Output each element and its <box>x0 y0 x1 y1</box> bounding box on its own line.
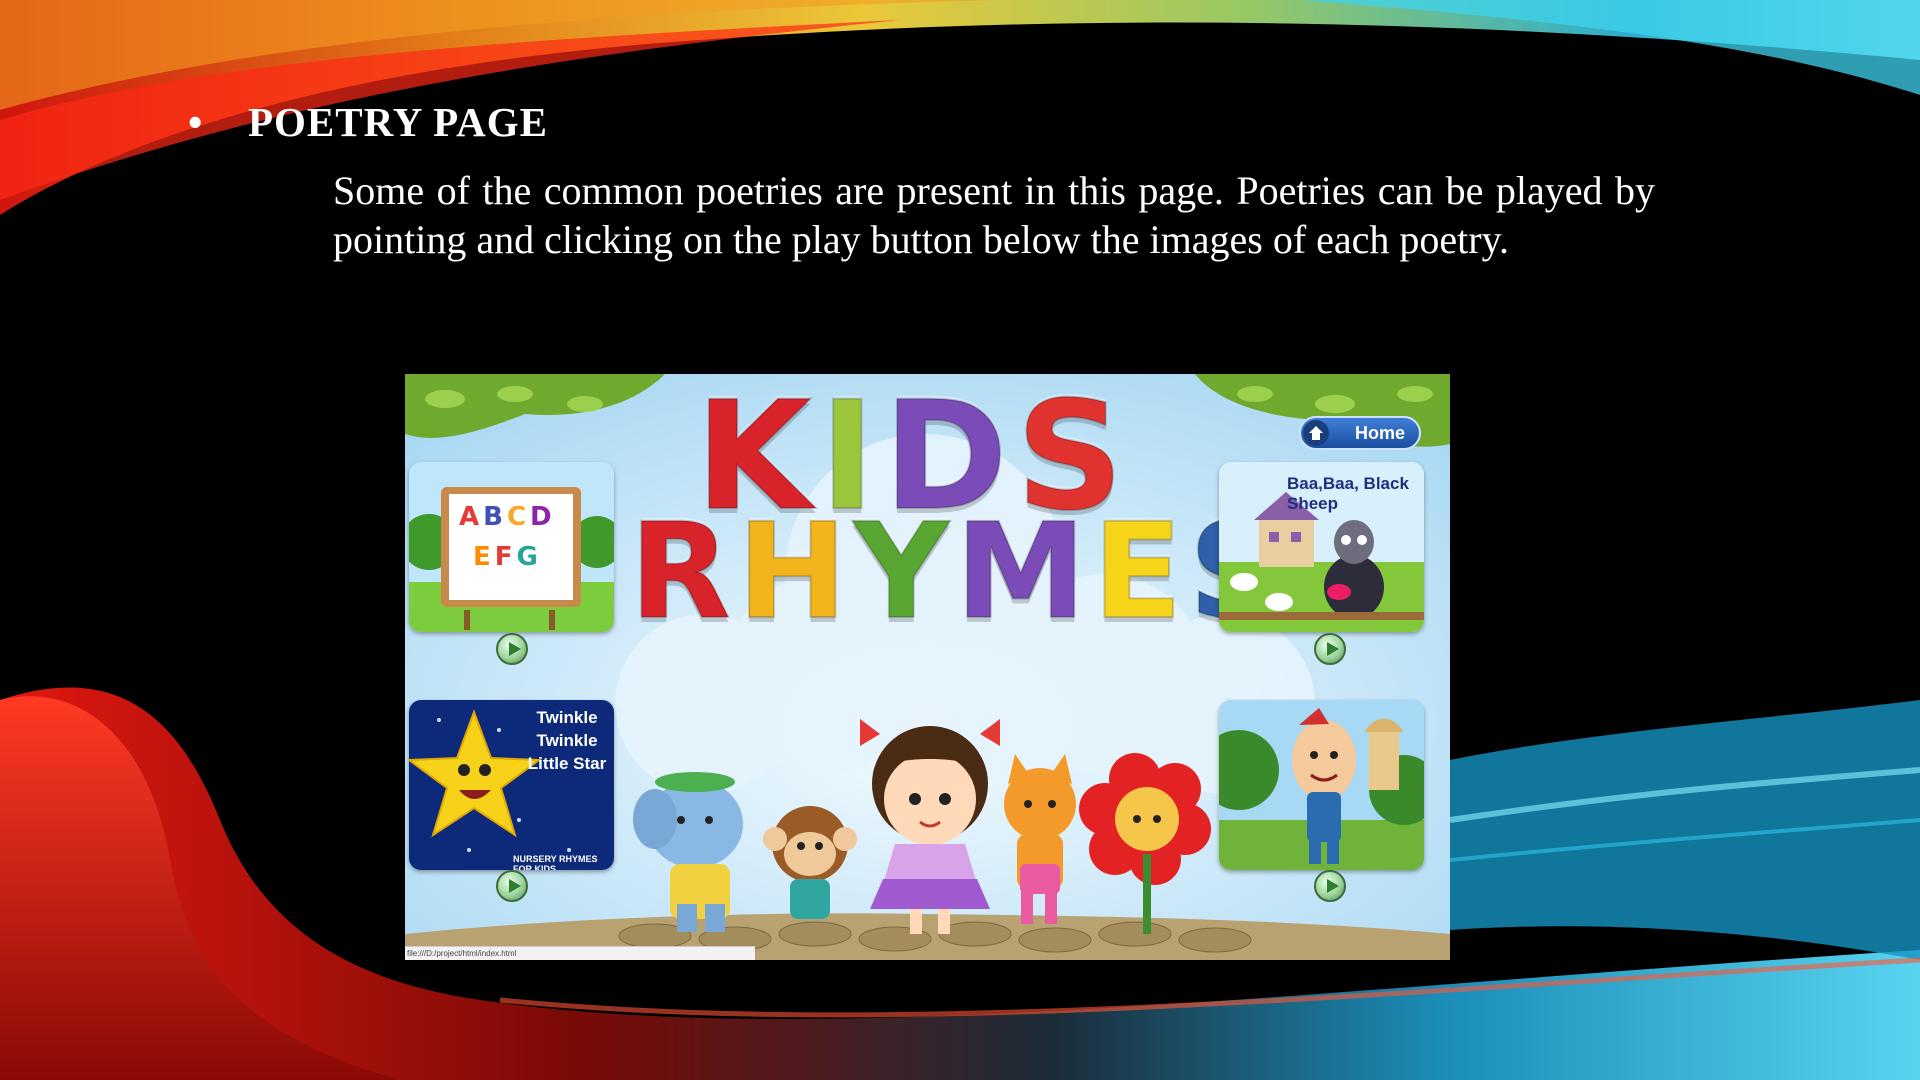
abc-line2: EFG <box>473 542 542 572</box>
home-label: Home <box>1355 423 1406 443</box>
play-button-abc[interactable] <box>496 633 528 665</box>
play-button-twinkle[interactable] <box>496 870 528 902</box>
home-button[interactable]: Home <box>1299 416 1421 450</box>
home-icon <box>1303 420 1329 446</box>
play-button-humpty[interactable] <box>1314 870 1346 902</box>
twinkle-title: Twinkle Twinkle Little Star <box>527 708 607 773</box>
title-letter-h: H <box>736 494 854 650</box>
browser-status-bar: file:///D:/project/html/index.html <box>405 946 755 960</box>
slide-body-text: Some of the common poetries are present … <box>333 168 1655 262</box>
title-letter-y: Y <box>852 494 956 650</box>
baa-baa-title: Baa,Baa, Black Sheep <box>1287 474 1409 513</box>
title-letter-e: E <box>1091 494 1189 650</box>
poem-card-abc[interactable]: ABCD EFG <box>409 462 614 632</box>
poem-card-twinkle[interactable]: Twinkle Twinkle Little Star NURSERY RHYM… <box>409 700 614 870</box>
play-button-baa-baa[interactable] <box>1314 633 1346 665</box>
slide-heading-row: • POETRY PAGE <box>188 98 548 146</box>
humpty-thumbnail <box>1219 700 1424 870</box>
poem-card-baa-baa[interactable]: Baa,Baa, Black Sheep <box>1219 462 1424 632</box>
slide-heading: POETRY PAGE <box>248 99 548 145</box>
poem-card-humpty[interactable] <box>1219 700 1424 870</box>
title-letter-m: M <box>954 494 1093 650</box>
twinkle-footer: NURSERY RHYMES FOR KIDS <box>513 854 598 870</box>
title-letter-r: R <box>628 494 737 650</box>
app-screenshot: KIDS RHYMES Home ABCD EFG <box>405 374 1450 960</box>
bullet-glyph: • <box>188 99 204 145</box>
abc-line1: ABCD <box>459 502 556 532</box>
